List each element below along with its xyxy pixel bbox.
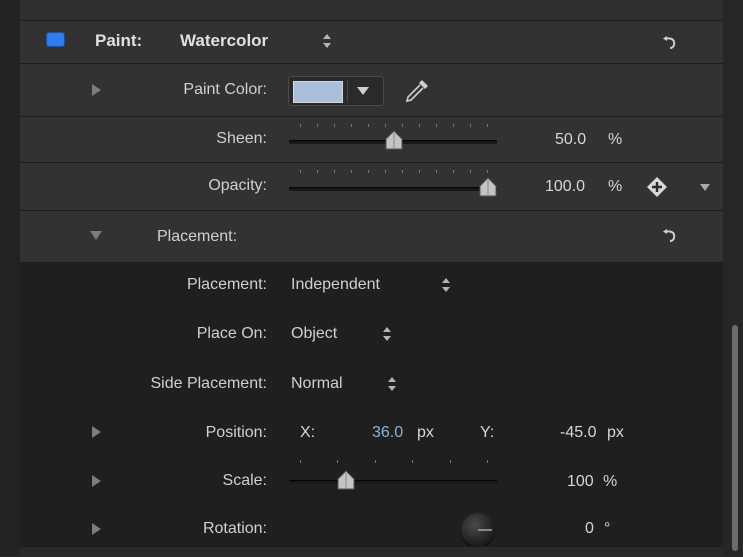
paint-section-label: Paint: [95, 31, 143, 50]
paint-color-label: Paint Color: [183, 81, 267, 98]
placement-stepper-icon[interactable] [441, 278, 451, 294]
sheen-label: Sheen: [216, 130, 267, 147]
opacity-slider-thumb[interactable] [479, 177, 497, 197]
position-y-value[interactable]: -45.0 [560, 424, 596, 442]
opacity-label: Opacity: [208, 177, 267, 194]
color-swatch [293, 81, 343, 103]
position-y-unit: px [607, 424, 624, 441]
paint-type-stepper-icon[interactable] [322, 34, 332, 50]
disclosure-down-icon[interactable] [90, 231, 102, 240]
sheen-slider-thumb[interactable] [385, 130, 403, 150]
window-left-edge [0, 0, 20, 556]
position-x-label: X: [300, 424, 316, 441]
opacity-slider-track[interactable] [289, 187, 497, 191]
placement-reset-icon[interactable] [662, 226, 678, 242]
placement-group-label: Placement: [157, 228, 238, 245]
placement-group-row [20, 211, 723, 263]
position-y-label: Y: [480, 424, 495, 441]
position-x-unit: px [417, 424, 434, 441]
reset-icon[interactable] [662, 33, 678, 49]
rotation-dial[interactable] [461, 513, 495, 547]
sheen-unit: % [608, 131, 623, 148]
sheen-slider-ticks [300, 124, 488, 128]
color-well[interactable] [288, 76, 384, 106]
scale-slider-track[interactable] [289, 480, 497, 484]
animation-menu-chevron-down-icon[interactable] [700, 184, 710, 191]
opacity-slider-ticks [300, 170, 488, 174]
side-placement-stepper-icon[interactable] [387, 377, 397, 393]
scale-slider-ticks [300, 460, 488, 464]
rotation-unit: ° [604, 520, 611, 537]
scale-unit: % [603, 473, 618, 490]
place-on-label: Place On: [196, 325, 267, 342]
sheen-value[interactable]: 50.0 [555, 131, 586, 149]
add-keyframe-icon[interactable] [646, 176, 668, 198]
position-label: Position: [205, 424, 267, 441]
scale-label: Scale: [222, 472, 267, 489]
position-x-value[interactable]: 36.0 [372, 424, 403, 442]
rotation-label: Rotation: [202, 520, 267, 537]
opacity-value[interactable]: 100.0 [545, 178, 585, 196]
vertical-scrollbar[interactable] [732, 325, 738, 551]
placement-label: Placement: [186, 276, 267, 293]
disclosure-right-icon[interactable] [92, 84, 101, 96]
opacity-unit: % [608, 178, 623, 195]
paint-type-value[interactable]: Watercolor [180, 31, 268, 51]
eyedropper-icon[interactable] [402, 76, 432, 106]
side-placement-value[interactable]: Normal [291, 375, 343, 393]
place-on-value[interactable]: Object [291, 325, 337, 343]
placement-body [20, 263, 723, 546]
scale-value[interactable]: 100 [567, 473, 594, 491]
enable-checkbox[interactable] [47, 33, 64, 46]
panel-top-strip [20, 0, 723, 21]
panel-bottom-strip [20, 546, 723, 557]
scale-slider-thumb[interactable] [337, 470, 355, 490]
side-placement-label: Side Placement: [150, 375, 267, 392]
place-on-stepper-icon[interactable] [382, 327, 392, 343]
color-popup-chevron-down-icon[interactable] [347, 81, 378, 101]
placement-value[interactable]: Independent [291, 276, 380, 294]
rotation-value[interactable]: 0 [585, 520, 594, 538]
